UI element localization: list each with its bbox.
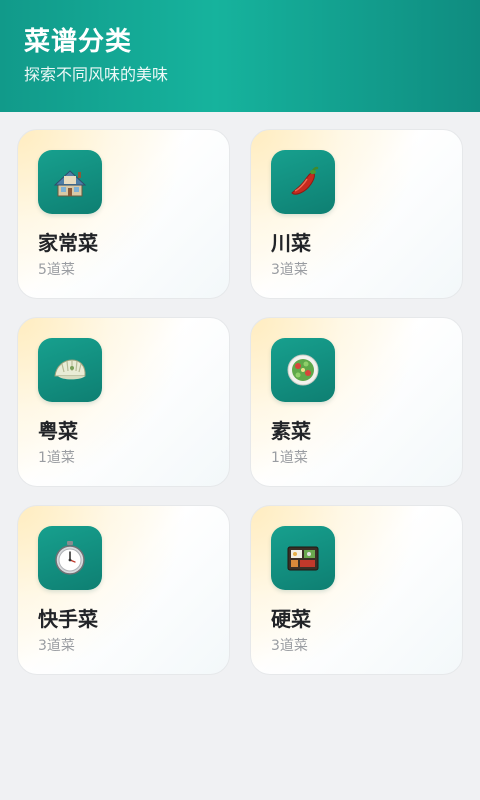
dumpling-icon (38, 338, 102, 402)
page-subtitle: 探索不同风味的美味 (24, 65, 169, 84)
category-card-cantonese[interactable]: 粤菜 1道菜 (17, 317, 230, 487)
page-title: 菜谱分类 (24, 27, 133, 57)
category-count: 3道菜 (271, 262, 308, 278)
bento-box-icon (271, 526, 335, 590)
category-name: 川菜 (271, 231, 311, 255)
chili-pepper-icon (271, 150, 335, 214)
category-name: 素菜 (271, 419, 311, 443)
category-card-vegetarian[interactable]: 素菜 1道菜 (250, 317, 463, 487)
category-name: 快手菜 (38, 607, 98, 631)
category-count: 5道菜 (38, 262, 75, 278)
stopwatch-icon (38, 526, 102, 590)
category-grid: 家常菜 5道菜 川菜 3道菜 粤菜 1道菜 素菜 1道菜 快手菜 3道菜 硬菜 … (17, 129, 463, 675)
salad-bowl-icon (271, 338, 335, 402)
category-count: 3道菜 (271, 638, 308, 654)
category-card-sichuan[interactable]: 川菜 3道菜 (250, 129, 463, 299)
category-count: 1道菜 (271, 450, 308, 466)
category-name: 粤菜 (38, 419, 78, 443)
category-card-home-cooking[interactable]: 家常菜 5道菜 (17, 129, 230, 299)
page-header: 菜谱分类 探索不同风味的美味 (0, 0, 480, 112)
category-count: 3道菜 (38, 638, 75, 654)
category-name: 硬菜 (271, 607, 311, 631)
category-name: 家常菜 (38, 231, 98, 255)
category-count: 1道菜 (38, 450, 75, 466)
house-icon (38, 150, 102, 214)
category-card-hearty-dishes[interactable]: 硬菜 3道菜 (250, 505, 463, 675)
category-card-quick-dishes[interactable]: 快手菜 3道菜 (17, 505, 230, 675)
